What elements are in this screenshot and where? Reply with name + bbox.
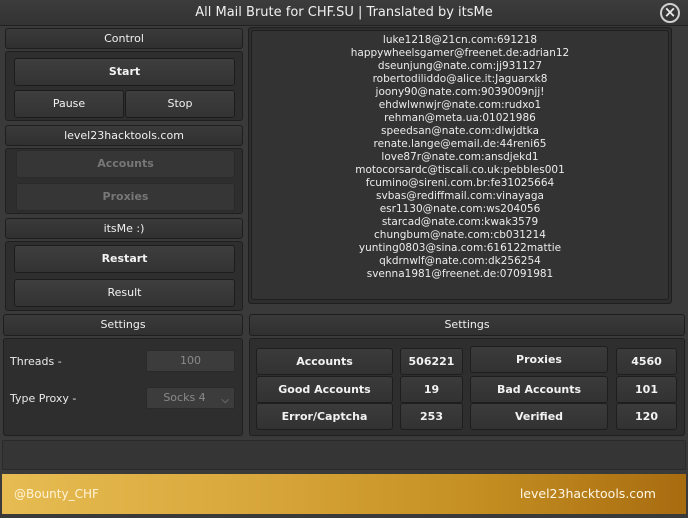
restart-button[interactable]: Restart [14, 245, 235, 273]
list-item: love87r@nate.com:ansdjekd1 [381, 151, 539, 163]
list-item: motocorsardc@tiscali.co.uk:pebbles001 [355, 164, 565, 176]
list-item: rehman@meta.ua:01021986 [384, 112, 536, 124]
list-item: ehdwlwnwjr@nate.com:rudxo1 [378, 99, 542, 111]
author-header: itsMe :) [5, 218, 243, 239]
window-title: All Mail Brute for CHF.SU | Translated b… [195, 5, 493, 20]
proxies-button[interactable]: Proxies [16, 183, 235, 211]
status-bar [2, 440, 686, 470]
type-proxy-select[interactable]: Socks 4 ⌵ [146, 387, 235, 409]
list-item: svbas@rediffmail.com:vinayaga [376, 190, 544, 202]
list-item: robertodiliddo@alice.it:Jaguarxk8 [372, 73, 548, 85]
list-item: dseunjung@nate.com:jj931127 [377, 60, 543, 72]
accounts-stat-value: 506221 [400, 348, 463, 375]
threads-input[interactable]: 100 [146, 350, 235, 372]
footer-author: @Bounty_CHF [14, 487, 99, 501]
results-list[interactable]: luke1218@21cn.com:691218 happywheelsgamer… [251, 30, 669, 300]
site-header: level23hacktools.com [5, 125, 243, 146]
list-item: fcumino@sireni.com.br:fe31025664 [365, 177, 555, 189]
control-header: Control [5, 28, 243, 49]
error-captcha-value: 253 [400, 403, 463, 430]
proxies-stat-label: Proxies [470, 346, 608, 373]
start-button[interactable]: Start [14, 58, 235, 86]
error-captcha-label: Error/Captcha [256, 403, 393, 430]
accounts-button[interactable]: Accounts [16, 150, 235, 178]
list-item: esr1130@nate.com:ws204056 [379, 203, 541, 215]
good-accounts-label: Good Accounts [256, 376, 393, 403]
list-item: luke1218@21cn.com:691218 [382, 34, 538, 46]
stop-button[interactable]: Stop [125, 90, 235, 118]
proxies-stat-value: 4560 [616, 348, 677, 375]
type-proxy-value: Socks 4 [163, 391, 206, 404]
list-item: starcad@nate.com:kwak3579 [381, 216, 539, 228]
list-item: qkdrnwlf@nate.com:dk256254 [379, 255, 541, 267]
list-item: joony90@nate.com:9039009njj! [375, 86, 545, 98]
stats-settings-header: Settings [249, 314, 685, 336]
list-item: renate.lange@email.de:44reni65 [373, 138, 547, 150]
title-bar: All Mail Brute for CHF.SU | Translated b… [0, 0, 688, 26]
left-settings-header: Settings [3, 314, 243, 336]
accounts-stat-label: Accounts [256, 348, 393, 375]
list-item: speedsan@nate.com:dlwjdtka [381, 125, 539, 137]
close-icon[interactable]: × [660, 3, 680, 23]
type-proxy-label: Type Proxy - [10, 392, 77, 405]
pause-button[interactable]: Pause [14, 90, 124, 118]
footer-banner: @Bounty_CHF level23hacktools.com [2, 474, 686, 514]
result-button[interactable]: Result [14, 279, 235, 307]
bad-accounts-value: 101 [616, 376, 677, 403]
good-accounts-value: 19 [400, 376, 463, 403]
verified-value: 120 [616, 403, 677, 430]
list-item: yunting0803@sina.com:616122mattie [358, 242, 562, 254]
list-item: svenna1981@freenet.de:07091981 [366, 268, 554, 280]
threads-label: Threads - [10, 355, 62, 368]
footer-site-link[interactable]: level23hacktools.com [520, 486, 656, 501]
verified-label: Verified [470, 403, 608, 430]
bad-accounts-label: Bad Accounts [470, 376, 608, 403]
chevron-down-icon: ⌵ [221, 395, 229, 406]
list-item: happywheelsgamer@freenet.de:adrian12 [350, 47, 570, 59]
list-item: chungbum@nate.com:cb031214 [374, 229, 546, 241]
